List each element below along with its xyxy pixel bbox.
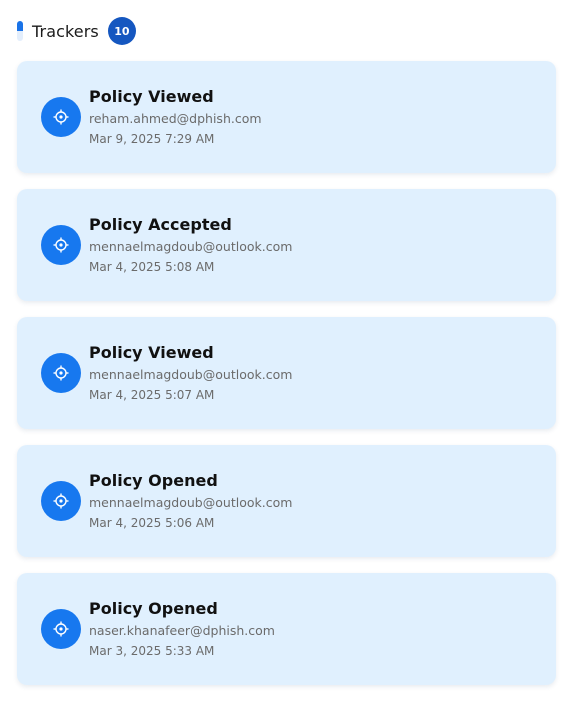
- tracker-card[interactable]: Policy Accepted mennaelmagdoub@outlook.c…: [17, 189, 556, 301]
- tracker-timestamp: Mar 3, 2025 5:33 AM: [89, 644, 215, 658]
- target-icon: [41, 225, 81, 265]
- tracker-user-email: reham.ahmed@dphish.com: [89, 111, 262, 126]
- target-icon: [41, 609, 81, 649]
- tracker-card[interactable]: Policy Viewed reham.ahmed@dphish.com Mar…: [17, 61, 556, 173]
- target-icon: [41, 97, 81, 137]
- tracker-details: Policy Opened naser.khanafeer@dphish.com…: [89, 598, 275, 660]
- tracker-card[interactable]: Policy Opened naser.khanafeer@dphish.com…: [17, 573, 556, 685]
- tracker-user-email: naser.khanafeer@dphish.com: [89, 623, 275, 638]
- tracker-event-title: Policy Accepted: [89, 215, 232, 234]
- tracker-card[interactable]: Policy Opened mennaelmagdoub@outlook.com…: [17, 445, 556, 557]
- tracker-details: Policy Opened mennaelmagdoub@outlook.com…: [89, 470, 292, 532]
- tracker-event-title: Policy Opened: [89, 471, 218, 490]
- tracker-event-title: Policy Viewed: [89, 87, 214, 106]
- page-title: Trackers: [32, 21, 99, 41]
- tracker-details: Policy Viewed mennaelmagdoub@outlook.com…: [89, 342, 292, 404]
- tracker-user-email: mennaelmagdoub@outlook.com: [89, 495, 293, 510]
- header-accent-bar: [17, 21, 23, 41]
- tracker-event-title: Policy Viewed: [89, 343, 214, 362]
- tracker-event-title: Policy Opened: [89, 599, 218, 618]
- tracker-list: Policy Viewed reham.ahmed@dphish.com Mar…: [17, 61, 556, 701]
- tracker-timestamp: Mar 9, 2025 7:29 AM: [89, 132, 215, 146]
- tracker-user-email: mennaelmagdoub@outlook.com: [89, 239, 293, 254]
- tracker-details: Policy Accepted mennaelmagdoub@outlook.c…: [89, 214, 292, 276]
- target-icon: [41, 481, 81, 521]
- tracker-details: Policy Viewed reham.ahmed@dphish.com Mar…: [89, 86, 262, 148]
- trackers-header: Trackers 10: [17, 17, 136, 45]
- tracker-timestamp: Mar 4, 2025 5:08 AM: [89, 260, 215, 274]
- tracker-user-email: mennaelmagdoub@outlook.com: [89, 367, 293, 382]
- target-icon: [41, 353, 81, 393]
- tracker-timestamp: Mar 4, 2025 5:07 AM: [89, 388, 215, 402]
- tracker-timestamp: Mar 4, 2025 5:06 AM: [89, 516, 215, 530]
- tracker-card[interactable]: Policy Viewed mennaelmagdoub@outlook.com…: [17, 317, 556, 429]
- tracker-count-badge: 10: [107, 17, 136, 45]
